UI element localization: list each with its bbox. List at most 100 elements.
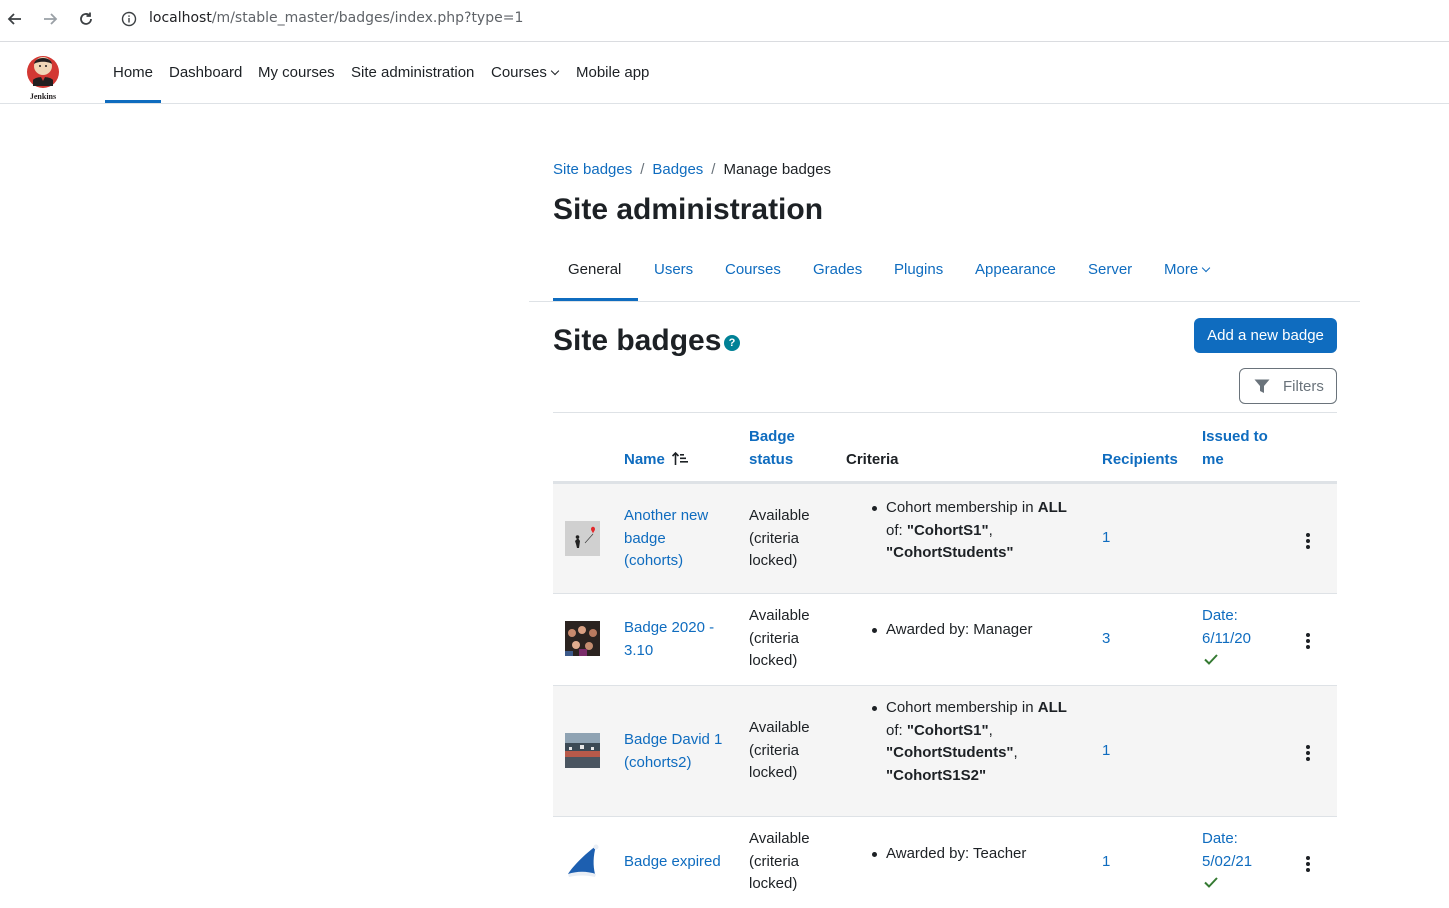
badge-name-line: Badge expired bbox=[624, 853, 721, 870]
badge-name-line: Badge 2020 - bbox=[624, 619, 715, 636]
nav-mobile-app[interactable]: Mobile app bbox=[576, 64, 649, 81]
page-title: Site administration bbox=[553, 193, 824, 226]
check-icon bbox=[1204, 877, 1218, 888]
badge-name-link[interactable]: Badge 2020 - 3.10 bbox=[624, 617, 714, 662]
chevron-down-icon bbox=[1201, 263, 1211, 273]
cohort-name: "CohortS1S2" bbox=[886, 766, 987, 784]
issued-date: Date: 6/11/20 bbox=[1202, 605, 1251, 673]
issued-date-label: Date: bbox=[1202, 607, 1238, 624]
address-bar[interactable]: localhost/m/stable_master/badges/index.p… bbox=[112, 4, 1449, 34]
cohort-name: "CohortStudents" bbox=[886, 544, 1014, 561]
status-line: (criteria bbox=[749, 852, 800, 870]
badge-name-line: badge bbox=[624, 529, 666, 547]
tab-appearance[interactable]: Appearance bbox=[975, 261, 1056, 278]
badge-name-link[interactable]: Another new badge (cohorts) bbox=[624, 505, 708, 573]
name-header-label: Name bbox=[624, 451, 665, 468]
cohort-name: "CohortS1" bbox=[906, 721, 989, 739]
criteria-text: Awarded by: Manager bbox=[886, 621, 1033, 638]
logo-text: Jenkins bbox=[30, 92, 56, 101]
criteria-comma: , bbox=[988, 521, 993, 539]
url-text[interactable]: localhost/m/stable_master/badges/index.p… bbox=[149, 10, 523, 26]
forward-icon[interactable] bbox=[39, 8, 61, 30]
add-new-badge-button[interactable]: Add a new badge bbox=[1194, 318, 1337, 353]
issued-date-value: 5/02/21 bbox=[1202, 852, 1253, 870]
name-column-header[interactable]: Name bbox=[624, 448, 689, 471]
nav-site-administration[interactable]: Site administration bbox=[351, 64, 474, 81]
nav-dashboard[interactable]: Dashboard bbox=[169, 64, 242, 81]
badge-name-line: 3.10 bbox=[624, 641, 654, 659]
tab-users[interactable]: Users bbox=[654, 261, 693, 278]
badge-status-header-line1: Badge bbox=[749, 428, 795, 445]
criteria-all: ALL bbox=[1037, 499, 1067, 516]
badge-name-link[interactable]: Badge David 1 (cohorts2) bbox=[624, 729, 722, 774]
site-info-icon[interactable] bbox=[121, 11, 137, 27]
primary-navbar: Jenkins Home Dashboard My courses Site a… bbox=[0, 43, 1449, 104]
actions-menu-icon[interactable] bbox=[1306, 745, 1310, 763]
criteria-of: of: bbox=[886, 721, 903, 739]
list-bullet bbox=[872, 506, 877, 511]
chevron-down-icon bbox=[550, 66, 560, 76]
badge-image bbox=[565, 621, 600, 656]
nav-home[interactable]: Home bbox=[113, 64, 153, 81]
breadcrumb-badges[interactable]: Badges bbox=[652, 161, 703, 178]
breadcrumb-separator: / bbox=[711, 161, 716, 178]
recipients-count-link[interactable]: 1 bbox=[1102, 527, 1110, 550]
issued-date: Date: 5/02/21 bbox=[1202, 828, 1252, 896]
criteria-column-header: Criteria bbox=[846, 451, 899, 468]
actions-menu-icon[interactable] bbox=[1306, 856, 1310, 874]
nav-courses-label: Courses bbox=[491, 64, 547, 81]
list-bullet bbox=[872, 852, 877, 857]
status-line: locked) bbox=[749, 875, 798, 892]
nav-my-courses[interactable]: My courses bbox=[258, 64, 335, 81]
help-icon[interactable]: ? bbox=[724, 335, 740, 351]
badge-status-column-header[interactable]: Badge status bbox=[749, 425, 795, 471]
criteria-comma: , bbox=[1013, 744, 1018, 761]
criteria-prefix: Cohort membership in bbox=[886, 499, 1034, 516]
table-row: Badge 2020 - 3.10 Available (criteria lo… bbox=[553, 594, 1337, 686]
site-badges-heading: Site badges bbox=[553, 324, 722, 357]
criteria-all: ALL bbox=[1037, 699, 1067, 716]
badge-status: Available (criteria locked) bbox=[749, 505, 810, 573]
badge-name-line: Badge David 1 bbox=[624, 731, 723, 748]
secondary-navigation: General Users Courses Grades Plugins App… bbox=[529, 250, 1360, 302]
tab-server[interactable]: Server bbox=[1088, 261, 1132, 278]
actions-menu-icon[interactable] bbox=[1306, 533, 1310, 551]
filters-button[interactable]: Filters bbox=[1239, 368, 1337, 404]
actions-menu-icon[interactable] bbox=[1306, 633, 1310, 651]
issued-date-value: 6/11/20 bbox=[1202, 629, 1251, 647]
criteria-text: Awarded by: Teacher bbox=[886, 845, 1027, 862]
breadcrumb-site-badges[interactable]: Site badges bbox=[553, 161, 632, 178]
back-icon[interactable] bbox=[4, 8, 26, 30]
criteria-item: Cohort membership in ALL of: "CohortS1",… bbox=[872, 497, 1086, 565]
reload-icon[interactable] bbox=[75, 8, 97, 30]
cohort-name: "CohortS1" bbox=[906, 521, 989, 539]
status-line: locked) bbox=[749, 552, 798, 569]
issued-date-label: Date: bbox=[1202, 830, 1238, 847]
tab-more-dropdown[interactable]: More bbox=[1164, 261, 1211, 278]
jenkins-logo[interactable]: Jenkins bbox=[24, 46, 64, 102]
badge-status-header-line2: status bbox=[749, 451, 794, 468]
recipients-column-header[interactable]: Recipients bbox=[1102, 448, 1178, 471]
criteria-item: Cohort membership in ALL of: "CohortS1",… bbox=[872, 697, 1086, 787]
recipients-count-link[interactable]: 1 bbox=[1102, 851, 1110, 874]
recipients-count-link[interactable]: 1 bbox=[1102, 740, 1110, 763]
nav-courses-dropdown[interactable]: Courses bbox=[491, 64, 560, 81]
tab-grades[interactable]: Grades bbox=[813, 261, 862, 278]
criteria-prefix: Cohort membership in bbox=[886, 699, 1034, 716]
badge-image bbox=[565, 521, 600, 556]
recipients-count-link[interactable]: 3 bbox=[1102, 628, 1110, 651]
tab-plugins[interactable]: Plugins bbox=[894, 261, 943, 278]
issued-to-me-column-header[interactable]: Issued to me bbox=[1202, 425, 1268, 471]
table-row: Badge expired Available (criteria locked… bbox=[553, 817, 1337, 908]
breadcrumb: Site badges / Badges / Manage badges bbox=[553, 161, 831, 178]
tab-active-indicator bbox=[553, 298, 638, 301]
table-row: Badge David 1 (cohorts2) Available (crit… bbox=[553, 686, 1337, 817]
badge-image bbox=[565, 733, 600, 768]
badge-name-link[interactable]: Badge expired bbox=[624, 851, 721, 874]
nav-active-indicator bbox=[105, 100, 161, 103]
tab-general[interactable]: General bbox=[568, 261, 621, 278]
filter-icon bbox=[1254, 379, 1270, 393]
badge-name-line: (cohorts) bbox=[624, 552, 684, 569]
status-line: Available bbox=[749, 507, 810, 524]
tab-courses[interactable]: Courses bbox=[725, 261, 781, 278]
